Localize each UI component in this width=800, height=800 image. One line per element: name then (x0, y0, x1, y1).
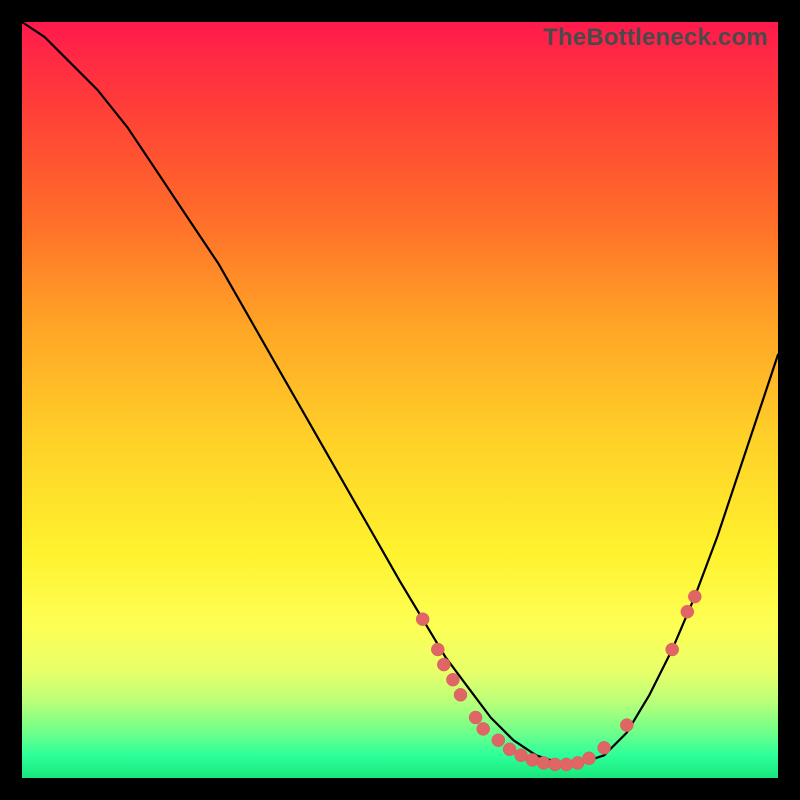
bottleneck-curve (22, 22, 778, 763)
data-dot (431, 643, 444, 656)
data-dot (620, 719, 633, 732)
data-dot (560, 758, 573, 771)
chart-area: TheBottleneck.com (22, 22, 778, 778)
data-dot (446, 673, 459, 686)
data-dot (571, 756, 584, 769)
data-dot (526, 753, 539, 766)
data-dot (469, 711, 482, 724)
data-dot (503, 743, 516, 756)
data-dot (492, 734, 505, 747)
data-dot (477, 722, 490, 735)
data-dot (681, 605, 694, 618)
data-dot (515, 749, 528, 762)
data-dot (688, 590, 701, 603)
data-dot (666, 643, 679, 656)
data-dot (437, 658, 450, 671)
data-dot (416, 613, 429, 626)
chart-svg (22, 22, 778, 778)
data-dots (416, 590, 701, 771)
data-dot (583, 752, 596, 765)
data-dot (537, 756, 550, 769)
data-dot (454, 688, 467, 701)
data-dot (598, 741, 611, 754)
